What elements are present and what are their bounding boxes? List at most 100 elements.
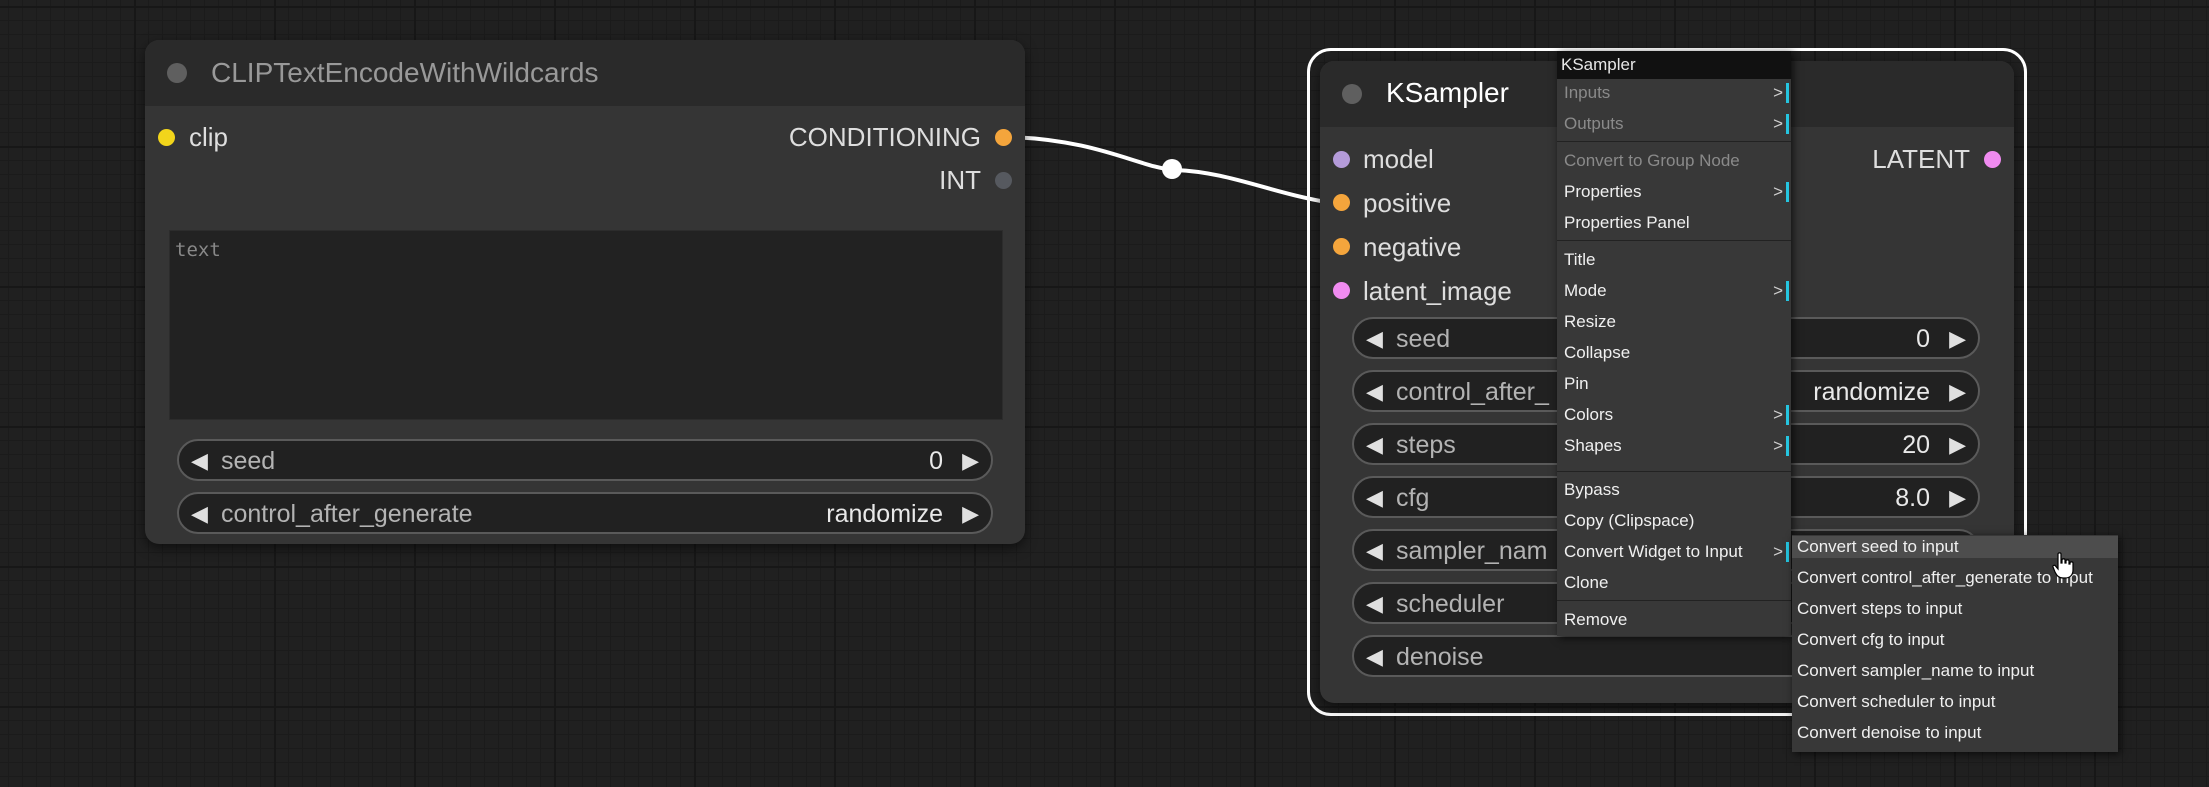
collapse-dot-icon[interactable] xyxy=(167,63,187,83)
decrement-arrow-icon[interactable]: ◀ xyxy=(1366,431,1383,459)
input-slot-positive-label: positive xyxy=(1363,188,1452,218)
menu-item-collapse[interactable]: Collapse xyxy=(1557,342,1791,364)
menu-item-label: Convert cfg to input xyxy=(1797,630,1945,649)
input-slot-negative-dot-icon[interactable] xyxy=(1333,238,1350,255)
seed-widget[interactable]: ◀ seed 0 ▶ xyxy=(177,439,993,481)
text-input-area[interactable]: text xyxy=(169,230,1003,420)
menu-item-label: Properties xyxy=(1564,182,1642,201)
increment-arrow-icon[interactable]: ▶ xyxy=(1949,484,1966,512)
widget-label: denoise xyxy=(1396,643,1484,671)
widget-value: 0 xyxy=(929,447,943,475)
menu-item-label: Properties Panel xyxy=(1564,213,1690,232)
node-title: CLIPTextEncodeWithWildcards xyxy=(211,57,599,88)
submenu-indicator xyxy=(1786,114,1789,134)
input-slot-latent-image-label: latent_image xyxy=(1363,276,1512,306)
input-slot-clip-label: clip xyxy=(189,122,229,152)
submenu-indicator xyxy=(1786,436,1789,456)
widget-label: sampler_nam xyxy=(1396,537,1548,565)
widget-value: 0 xyxy=(1916,325,1930,353)
input-slot-latent-image-dot-icon[interactable] xyxy=(1333,282,1350,299)
submenu-item-convert-steps[interactable]: Convert steps to input xyxy=(1792,598,2118,620)
output-slot-latent-dot-icon[interactable] xyxy=(1984,151,2001,168)
menu-item-clone[interactable]: Clone xyxy=(1557,572,1791,594)
input-slot-model-dot-icon[interactable] xyxy=(1333,151,1350,168)
menu-item-label: Convert sampler_name to input xyxy=(1797,661,2035,680)
decrement-arrow-icon[interactable]: ◀ xyxy=(1366,484,1383,512)
menu-item-mode[interactable]: Mode > xyxy=(1557,280,1791,302)
collapse-dot-icon[interactable] xyxy=(1342,84,1362,104)
input-slot-positive-dot-icon[interactable] xyxy=(1333,194,1350,211)
menu-item-label: Convert Widget to Input xyxy=(1564,542,1743,561)
menu-item-shapes[interactable]: Shapes > xyxy=(1557,435,1791,457)
submenu-item-convert-denoise[interactable]: Convert denoise to input xyxy=(1792,722,2118,744)
node-title: KSampler xyxy=(1386,77,1509,108)
input-slot-clip-dot-icon[interactable] xyxy=(158,129,175,146)
context-menu[interactable]: KSampler Inputs > Outputs > Convert to Gro… xyxy=(1557,51,1791,636)
control-after-generate-widget[interactable]: ◀ control_after_generate randomize ▶ xyxy=(177,492,993,534)
menu-item-title[interactable]: Title xyxy=(1557,249,1791,271)
menu-item-label: Convert steps to input xyxy=(1797,599,1963,618)
menu-item-label: Collapse xyxy=(1564,343,1631,362)
menu-item-resize[interactable]: Resize xyxy=(1557,311,1791,333)
menu-item-pin[interactable]: Pin xyxy=(1557,373,1791,395)
menu-item-remove[interactable]: Remove xyxy=(1557,609,1791,631)
submenu-indicator xyxy=(1786,182,1789,202)
menu-separator xyxy=(1557,471,1791,472)
menu-separator xyxy=(1557,141,1791,142)
submenu-item-convert-cfg[interactable]: Convert cfg to input xyxy=(1792,629,2118,651)
decrement-arrow-icon[interactable]: ◀ xyxy=(191,500,208,528)
input-slot-model-label: model xyxy=(1363,144,1434,174)
menu-item-label: Shapes xyxy=(1564,436,1622,455)
decrement-arrow-icon[interactable]: ◀ xyxy=(1366,643,1383,671)
increment-arrow-icon[interactable]: ▶ xyxy=(962,447,979,475)
increment-arrow-icon[interactable]: ▶ xyxy=(1949,431,1966,459)
submenu-arrow-icon: > xyxy=(1773,405,1783,424)
menu-item-label: Copy (Clipspace) xyxy=(1564,511,1695,530)
menu-item-bypass[interactable]: Bypass xyxy=(1557,479,1791,501)
submenu-item-convert-sampler-name[interactable]: Convert sampler_name to input xyxy=(1792,660,2118,682)
decrement-arrow-icon[interactable]: ◀ xyxy=(1366,378,1383,406)
menu-item-inputs[interactable]: Inputs > xyxy=(1557,82,1791,104)
submenu-indicator xyxy=(1786,281,1789,301)
submenu-indicator xyxy=(1786,83,1789,103)
clip-text-encode-node[interactable]: CLIPTextEncodeWithWildcards clip CONDITI… xyxy=(145,40,1025,544)
menu-item-label: Outputs xyxy=(1564,114,1624,133)
widget-label: seed xyxy=(1396,325,1451,353)
increment-arrow-icon[interactable]: ▶ xyxy=(1949,378,1966,406)
output-slot-int-dot-icon[interactable] xyxy=(995,172,1012,189)
menu-separator xyxy=(1557,600,1791,601)
menu-item-label: Convert scheduler to input xyxy=(1797,692,1996,711)
menu-item-convert-to-group-node[interactable]: Convert to Group Node xyxy=(1557,150,1791,172)
widget-label: cfg xyxy=(1396,484,1430,512)
submenu-arrow-icon: > xyxy=(1773,436,1783,455)
decrement-arrow-icon[interactable]: ◀ xyxy=(1366,325,1383,353)
increment-arrow-icon[interactable]: ▶ xyxy=(962,500,979,528)
widget-label: steps xyxy=(1396,431,1456,459)
submenu-item-convert-scheduler[interactable]: Convert scheduler to input xyxy=(1792,691,2118,713)
menu-item-colors[interactable]: Colors > xyxy=(1557,404,1791,426)
submenu-arrow-icon: > xyxy=(1773,281,1783,300)
output-slot-conditioning-dot-icon[interactable] xyxy=(995,129,1012,146)
submenu-arrow-icon: > xyxy=(1773,114,1783,133)
menu-item-copy-clipspace[interactable]: Copy (Clipspace) xyxy=(1557,510,1791,532)
decrement-arrow-icon[interactable]: ◀ xyxy=(191,447,208,475)
widget-value: 8.0 xyxy=(1895,484,1930,512)
input-slot-negative-label: negative xyxy=(1363,232,1462,262)
output-slot-int-label: INT xyxy=(939,165,981,195)
submenu-arrow-icon: > xyxy=(1773,542,1783,561)
menu-item-outputs[interactable]: Outputs > xyxy=(1557,113,1791,135)
widget-label: control_after_generate xyxy=(221,500,473,528)
menu-item-label: Pin xyxy=(1564,374,1589,393)
widget-label: control_after_ xyxy=(1396,378,1549,406)
increment-arrow-icon[interactable]: ▶ xyxy=(1949,325,1966,353)
link-midpoint-handle[interactable] xyxy=(1162,159,1182,179)
menu-item-convert-widget-to-input[interactable]: Convert Widget to Input > xyxy=(1557,541,1791,563)
decrement-arrow-icon[interactable]: ◀ xyxy=(1366,537,1383,565)
decrement-arrow-icon[interactable]: ◀ xyxy=(1366,590,1383,618)
menu-item-properties-panel[interactable]: Properties Panel xyxy=(1557,212,1791,234)
menu-item-label: Bypass xyxy=(1564,480,1620,499)
menu-item-label: Convert seed to input xyxy=(1797,537,1959,556)
menu-item-properties[interactable]: Properties > xyxy=(1557,181,1791,203)
node-title-bar[interactable]: CLIPTextEncodeWithWildcards xyxy=(145,40,1025,106)
hand-pointer-icon xyxy=(2052,552,2074,579)
